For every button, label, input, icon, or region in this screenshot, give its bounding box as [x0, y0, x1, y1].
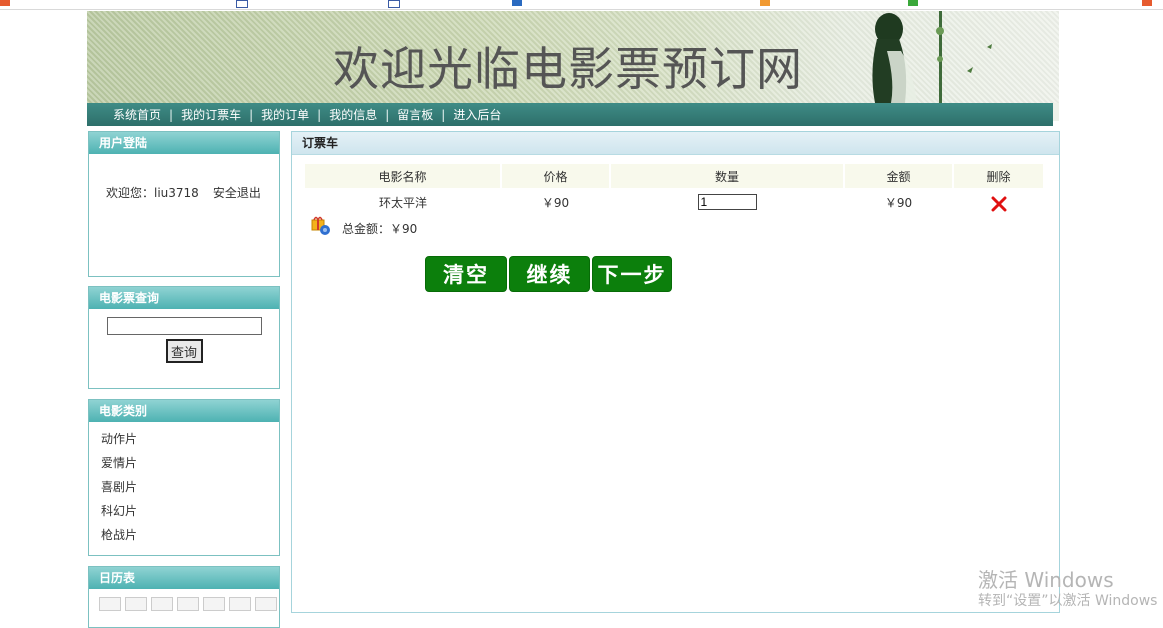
calendar-cell[interactable]	[229, 597, 251, 611]
nav-item-admin[interactable]: 进入后台	[453, 106, 501, 123]
nav-item-label[interactable]: 留言板	[397, 106, 433, 123]
shopping-gift-icon	[311, 216, 330, 235]
category-item[interactable]: 科幻片	[101, 502, 279, 526]
welcome-text: 欢迎您：liu3718	[106, 186, 199, 200]
category-box-title: 电影类别	[89, 400, 279, 422]
cart-header-row: 电影名称 价格 数量 金额 删除	[305, 164, 1045, 188]
main-nav: 系统首页 | 我的订票车 | 我的订单 | 我的信息 | 留言板 | 进入后台	[87, 103, 1053, 126]
category-item[interactable]: 动作片	[101, 430, 279, 454]
activation-watermark-hint: 转到“设置”以激活 Windows	[978, 593, 1158, 609]
total-row: 总金额：￥90	[310, 214, 417, 236]
column-header: 电影名称	[305, 164, 502, 188]
column-header: 数量	[610, 164, 845, 188]
nav-item-profile[interactable]: 我的信息 |	[329, 106, 397, 123]
nav-item-label[interactable]: 进入后台	[453, 106, 501, 123]
column-header: 价格	[501, 164, 611, 188]
category-item[interactable]: 枪战片	[101, 526, 279, 550]
column-header: 金额	[844, 164, 954, 188]
cart-table: 电影名称 价格 数量 金额 删除 环太平洋 ￥90 ￥90	[305, 164, 1045, 216]
cart-title: 订票车	[292, 132, 1059, 155]
site-title: 欢迎光临电影票预订网	[333, 42, 803, 96]
login-box-title: 用户登陆	[89, 132, 279, 154]
logout-link[interactable]: 安全退出	[213, 186, 261, 200]
calendar-cell[interactable]	[177, 597, 199, 611]
site-banner: 欢迎光临电影票预订网	[87, 11, 1059, 103]
calendar-header-row	[89, 589, 279, 611]
nav-item-label[interactable]: 系统首页	[113, 106, 161, 123]
continue-button[interactable]: 继续	[509, 256, 590, 292]
category-item[interactable]: 喜剧片	[101, 478, 279, 502]
banner-girl-illustration	[872, 11, 992, 103]
calendar-box: 日历表	[88, 566, 280, 628]
nav-separator: |	[249, 107, 254, 122]
delete-cell	[953, 188, 1044, 216]
cart-panel: 订票车 电影名称 价格 数量 金额 删除 环太平洋 ￥90 ￥90	[291, 131, 1060, 613]
bookmark-icon[interactable]	[388, 0, 400, 8]
activation-watermark-title: 激活 Windows	[978, 568, 1114, 592]
calendar-cell[interactable]	[125, 597, 147, 611]
search-input[interactable]	[106, 317, 262, 335]
nav-separator: |	[169, 107, 174, 122]
nav-item-guestbook[interactable]: 留言板 |	[397, 106, 453, 123]
movie-name: 环太平洋	[378, 195, 427, 210]
search-box-title: 电影票查询	[89, 287, 279, 309]
nav-separator: |	[441, 107, 446, 122]
bookmark-icon[interactable]	[0, 0, 10, 6]
bookmark-bar	[0, 0, 1163, 10]
column-header: 删除	[953, 164, 1045, 188]
bookmark-icon[interactable]	[236, 0, 248, 8]
nav-edge	[1053, 103, 1059, 121]
category-box: 电影类别 动作片 爱情片 喜剧片 科幻片 枪战片	[88, 399, 280, 556]
table-row: 环太平洋 ￥90 ￥90	[305, 188, 1044, 216]
next-step-button[interactable]: 下一步	[592, 256, 672, 292]
quantity-input[interactable]	[697, 194, 757, 210]
calendar-box-title: 日历表	[89, 567, 279, 589]
nav-item-label[interactable]: 我的信息	[329, 106, 377, 123]
login-box: 用户登陆 欢迎您：liu3718 安全退出	[88, 131, 280, 277]
nav-item-label[interactable]: 我的订单	[261, 106, 309, 123]
nav-separator: |	[385, 107, 390, 122]
nav-separator: |	[317, 107, 322, 122]
calendar-cell[interactable]	[203, 597, 225, 611]
movie-price: ￥90	[541, 195, 570, 210]
search-box: 电影票查询 查询	[88, 286, 280, 389]
calendar-cell[interactable]	[151, 597, 173, 611]
movie-amount: ￥90	[884, 195, 913, 210]
clear-button[interactable]: 清空	[425, 256, 507, 292]
bookmark-icon[interactable]	[1142, 0, 1152, 6]
bookmark-icon[interactable]	[908, 0, 918, 6]
search-button[interactable]: 查询	[165, 339, 203, 363]
nav-item-home[interactable]: 系统首页 |	[113, 106, 181, 123]
calendar-cell[interactable]	[99, 597, 121, 611]
nav-item-orders[interactable]: 我的订单 |	[261, 106, 329, 123]
nav-item-label[interactable]: 我的订票车	[181, 106, 241, 123]
calendar-cell[interactable]	[255, 597, 277, 611]
nav-item-cart[interactable]: 我的订票车 |	[181, 106, 261, 123]
bookmark-icon[interactable]	[760, 0, 770, 6]
total-amount: 总金额：￥90	[342, 222, 418, 236]
cart-actions: 清空 继续 下一步	[425, 256, 672, 292]
category-item[interactable]: 爱情片	[101, 454, 279, 478]
delete-x-icon[interactable]	[991, 196, 1007, 212]
bookmark-icon[interactable]	[512, 0, 522, 6]
quantity-cell	[610, 188, 844, 216]
